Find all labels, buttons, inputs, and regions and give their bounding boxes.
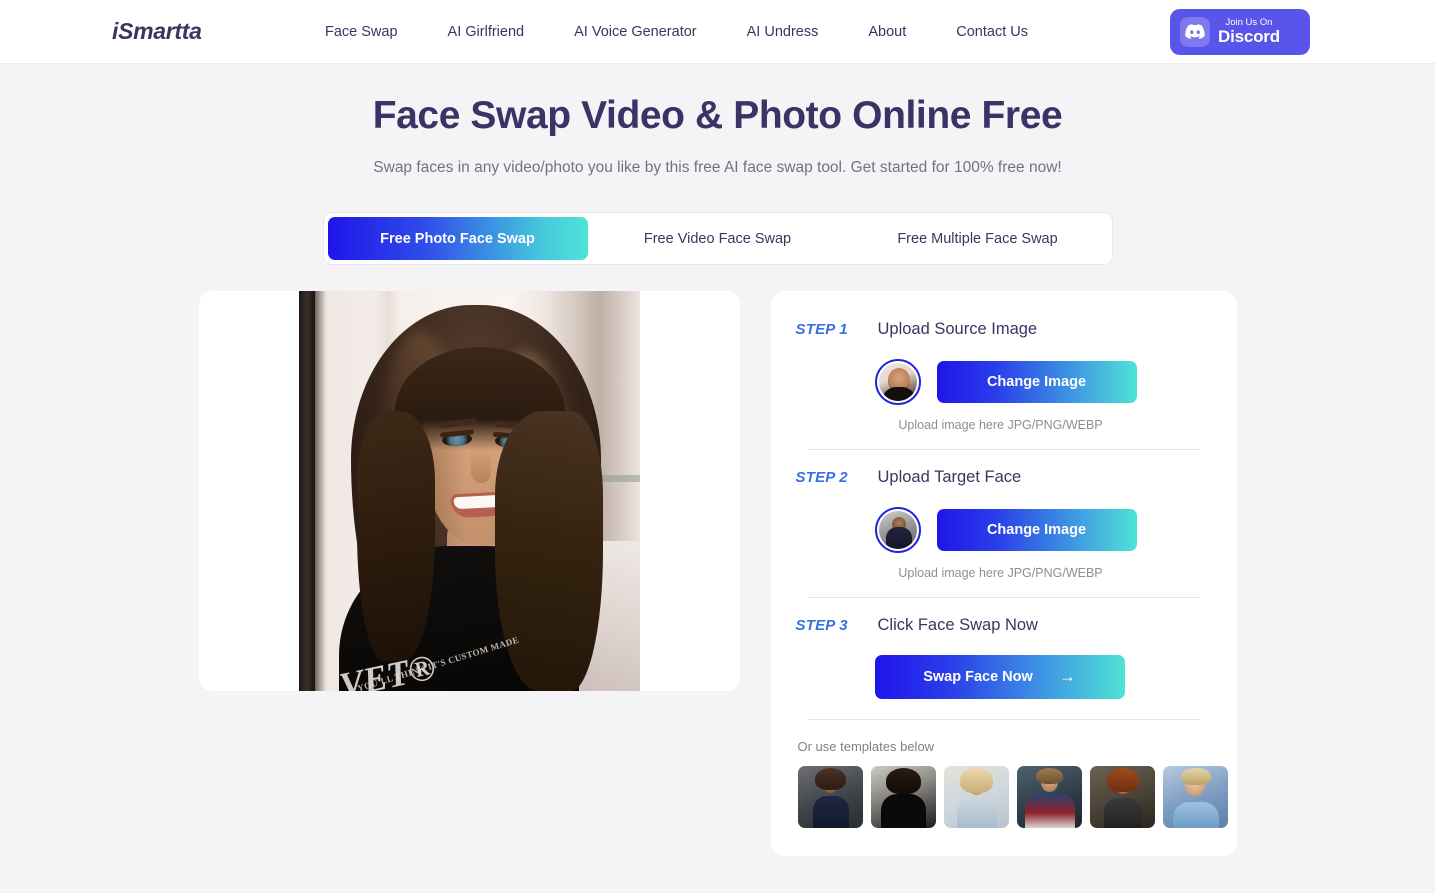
photo-frame-edge [298,291,315,691]
photo-hair-front-left [356,411,435,661]
discord-icon [1180,16,1210,47]
template-thumb-4-hair [1035,768,1063,784]
template-thumb-6-hair [1180,768,1211,785]
nav-item-ai-girlfriend[interactable]: AI Girlfriend [423,16,550,48]
discord-button-text: Join Us On Discord [1218,17,1280,46]
main-content: YOU'LL THINK IT'S CUSTOM MADE VET® STEP … [198,291,1237,856]
template-thumb-2[interactable] [870,766,936,828]
template-thumb-1[interactable] [797,766,863,828]
main-nav: Face Swap AI Girlfriend AI Voice Generat… [300,16,1053,48]
swap-face-now-button[interactable]: Swap Face Now → [874,655,1125,699]
nav-item-ai-undress[interactable]: AI Undress [722,16,844,48]
template-thumb-4[interactable] [1016,766,1082,828]
step-2-number: STEP 2 [795,469,848,486]
join-discord-button[interactable]: Join Us On Discord [1170,8,1310,55]
preview-card: YOU'LL THINK IT'S CUSTOM MADE VET® [198,291,740,691]
tab-free-multiple-face-swap[interactable]: Free Multiple Face Swap [848,217,1108,260]
template-thumb-6[interactable] [1162,766,1228,828]
step-2-title: Upload Target Face [877,468,1022,486]
photo-nose [470,449,491,483]
tab-free-video-face-swap[interactable]: Free Video Face Swap [588,217,848,260]
template-thumb-5-hair [1106,768,1139,792]
template-thumb-2-hair [885,768,921,794]
divider-1 [807,449,1200,450]
step-3: STEP 3 Click Face Swap Now Swap Face Now… [796,616,1212,720]
step-2: STEP 2 Upload Target Face Change Image U… [796,468,1212,598]
tab-free-photo-face-swap[interactable]: Free Photo Face Swap [327,217,588,260]
nav-item-ai-voice-generator[interactable]: AI Voice Generator [549,16,722,48]
source-avatar[interactable] [874,359,921,405]
templates-row [796,766,1228,828]
change-source-image-button[interactable]: Change Image [936,361,1137,403]
step-3-number: STEP 3 [795,617,848,634]
photo-hair-front-right [494,411,603,691]
step-1-title: Upload Source Image [877,320,1038,338]
step-1-body: Change Image [796,359,1212,405]
nav-item-contact-us[interactable]: Contact Us [931,16,1053,48]
page-title: Face Swap Video & Photo Online Free [372,94,1063,137]
target-avatar[interactable] [874,507,921,553]
step-2-hint: Upload image here JPG/PNG/WEBP [898,566,1103,580]
mode-tabs: Free Photo Face Swap Free Video Face Swa… [322,212,1113,265]
step-1-header: STEP 1 Upload Source Image [796,320,1212,339]
page-subtitle: Swap faces in any video/photo you like b… [373,159,1062,176]
step-1-hint: Upload image here JPG/PNG/WEBP [898,418,1103,432]
discord-name-label: Discord [1218,26,1280,46]
templates-label: Or use templates below [797,739,935,754]
nav-item-about[interactable]: About [843,16,931,48]
change-target-image-button[interactable]: Change Image [936,509,1137,551]
arrow-right-icon: → [1058,667,1076,686]
logo[interactable]: iSmartta [112,18,202,45]
template-thumb-1-hair [814,768,846,790]
step-1-number: STEP 1 [795,321,848,338]
divider-2 [807,597,1200,598]
hero-section: Face Swap Video & Photo Online Free Swap… [0,64,1435,177]
step-3-title: Click Face Swap Now [877,616,1038,634]
step-2-header: STEP 2 Upload Target Face [796,468,1212,487]
steps-panel: STEP 1 Upload Source Image Change Image … [770,291,1237,856]
target-avatar-image [878,511,917,549]
step-3-header: STEP 3 Click Face Swap Now [796,616,1212,635]
source-avatar-image [878,363,917,401]
source-image-preview[interactable]: YOU'LL THINK IT'S CUSTOM MADE VET® [298,291,640,691]
template-thumb-3[interactable] [943,766,1009,828]
nav-item-face-swap[interactable]: Face Swap [300,16,423,48]
step-1: STEP 1 Upload Source Image Change Image … [796,320,1212,450]
template-thumb-3-hair [959,768,993,793]
swap-face-now-label: Swap Face Now [923,669,1033,685]
site-header: iSmartta Face Swap AI Girlfriend AI Voic… [0,0,1435,64]
step-2-body: Change Image [796,507,1212,553]
template-thumb-5[interactable] [1089,766,1155,828]
divider-3 [807,719,1200,720]
